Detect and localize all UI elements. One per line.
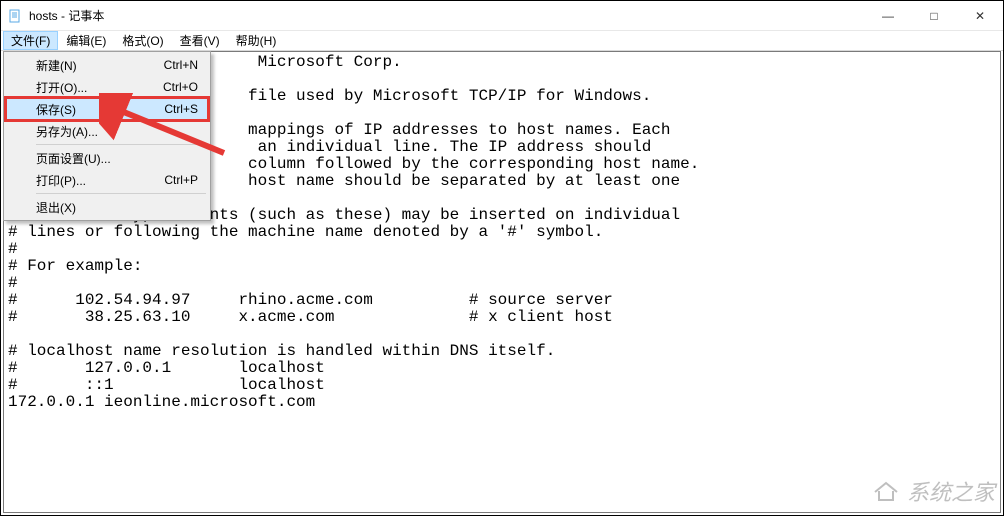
window-title: hosts - 记事本 xyxy=(29,7,104,24)
close-button[interactable]: ✕ xyxy=(957,1,1003,31)
file-menu-exit-label: 退出(X) xyxy=(36,199,198,216)
minimize-button[interactable]: — xyxy=(865,1,911,31)
file-menu-open[interactable]: 打开(O)... Ctrl+O xyxy=(6,76,208,98)
window-controls: — □ ✕ xyxy=(865,1,1003,31)
file-menu-print-shortcut: Ctrl+P xyxy=(164,173,198,187)
file-menu-page-setup-label: 页面设置(U)... xyxy=(36,150,198,167)
file-menu-dropdown: 新建(N) Ctrl+N 打开(O)... Ctrl+O 保存(S) Ctrl+… xyxy=(3,51,211,221)
maximize-button[interactable]: □ xyxy=(911,1,957,31)
menu-separator xyxy=(36,193,206,194)
menu-help[interactable]: 帮助(H) xyxy=(228,31,285,50)
titlebar: hosts - 记事本 — □ ✕ xyxy=(1,1,1003,31)
file-menu-print-label: 打印(P)... xyxy=(36,172,164,189)
menubar: 文件(F) 编辑(E) 格式(O) 查看(V) 帮助(H) xyxy=(1,31,1003,51)
menu-separator xyxy=(36,144,206,145)
menu-file[interactable]: 文件(F) xyxy=(3,31,58,50)
file-menu-save-as-label: 另存为(A)... xyxy=(36,123,198,140)
notepad-icon xyxy=(7,8,23,24)
file-menu-open-label: 打开(O)... xyxy=(36,79,163,96)
file-menu-save-label: 保存(S) xyxy=(36,101,164,118)
file-menu-new-shortcut: Ctrl+N xyxy=(164,58,198,72)
menu-edit[interactable]: 编辑(E) xyxy=(58,31,114,50)
file-menu-new-label: 新建(N) xyxy=(36,57,164,74)
file-menu-open-shortcut: Ctrl+O xyxy=(163,80,198,94)
file-menu-print[interactable]: 打印(P)... Ctrl+P xyxy=(6,169,208,191)
file-menu-save-shortcut: Ctrl+S xyxy=(164,102,198,116)
file-menu-save-as[interactable]: 另存为(A)... xyxy=(6,120,208,142)
file-menu-page-setup[interactable]: 页面设置(U)... xyxy=(6,147,208,169)
file-menu-exit[interactable]: 退出(X) xyxy=(6,196,208,218)
file-menu-save[interactable]: 保存(S) Ctrl+S xyxy=(6,98,208,120)
menu-view[interactable]: 查看(V) xyxy=(172,31,228,50)
file-menu-new[interactable]: 新建(N) Ctrl+N xyxy=(6,54,208,76)
menu-format[interactable]: 格式(O) xyxy=(114,31,171,50)
